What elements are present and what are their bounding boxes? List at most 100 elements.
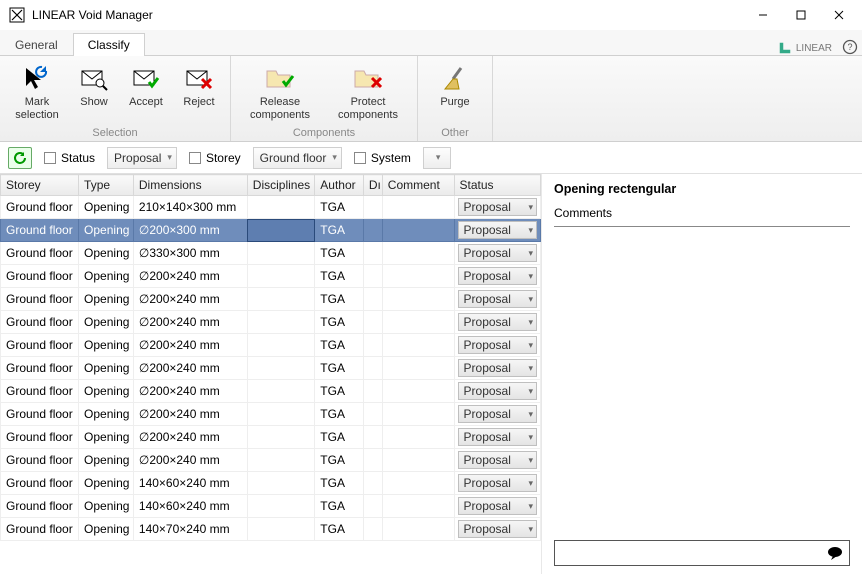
cell-storey[interactable]: Ground floor	[1, 495, 79, 518]
col-author[interactable]: Author	[315, 175, 364, 196]
cell-status[interactable]: Proposal▾	[454, 495, 540, 518]
cell-type[interactable]: Opening	[79, 403, 134, 426]
cell-author[interactable]: TGA	[315, 380, 364, 403]
cell-disciplines[interactable]	[247, 265, 315, 288]
cell-type[interactable]: Opening	[79, 219, 134, 242]
show-button[interactable]: Show	[72, 60, 116, 125]
table-row[interactable]: Ground floorOpening∅200×240 mmTGAProposa…	[1, 288, 541, 311]
cell-author[interactable]: TGA	[315, 472, 364, 495]
cell-storey[interactable]: Ground floor	[1, 357, 79, 380]
cell-author[interactable]: TGA	[315, 265, 364, 288]
table-row[interactable]: Ground floorOpening∅200×240 mmTGAProposa…	[1, 265, 541, 288]
cell-disciplines[interactable]	[247, 242, 315, 265]
brand-logo[interactable]: LINEAR	[772, 41, 838, 55]
col-storey[interactable]: Storey	[1, 175, 79, 196]
cell-comment[interactable]	[382, 380, 454, 403]
cell-type[interactable]: Opening	[79, 265, 134, 288]
cell-du[interactable]	[363, 265, 382, 288]
status-combo[interactable]: Proposal▾	[458, 313, 537, 331]
speech-bubble-icon[interactable]	[821, 545, 849, 561]
table-row[interactable]: Ground floorOpening∅200×240 mmTGAProposa…	[1, 426, 541, 449]
table-row[interactable]: Ground floorOpening∅200×240 mmTGAProposa…	[1, 311, 541, 334]
table-row[interactable]: Ground floorOpening140×60×240 mmTGAPropo…	[1, 472, 541, 495]
table-header[interactable]: Storey Type Dimensions Disciplines Autho…	[1, 175, 541, 196]
status-filter-combo[interactable]: Proposal ▾	[107, 147, 177, 169]
cell-type[interactable]: Opening	[79, 288, 134, 311]
cell-du[interactable]	[363, 242, 382, 265]
status-combo[interactable]: Proposal▾	[458, 382, 537, 400]
cell-du[interactable]	[363, 357, 382, 380]
cell-disciplines[interactable]	[247, 288, 315, 311]
cell-author[interactable]: TGA	[315, 357, 364, 380]
cell-author[interactable]: TGA	[315, 219, 364, 242]
cell-status[interactable]: Proposal▾	[454, 472, 540, 495]
cell-disciplines[interactable]	[247, 495, 315, 518]
table-row[interactable]: Ground floorOpening∅200×240 mmTGAProposa…	[1, 334, 541, 357]
cell-du[interactable]	[363, 196, 382, 219]
cell-comment[interactable]	[382, 334, 454, 357]
cell-du[interactable]	[363, 472, 382, 495]
cell-du[interactable]	[363, 380, 382, 403]
cell-dimensions[interactable]: ∅200×240 mm	[133, 357, 247, 380]
cell-dimensions[interactable]: 140×70×240 mm	[133, 518, 247, 541]
cell-status[interactable]: Proposal▾	[454, 334, 540, 357]
table-row[interactable]: Ground floorOpening∅200×240 mmTGAProposa…	[1, 380, 541, 403]
cell-disciplines[interactable]	[247, 380, 315, 403]
comment-field[interactable]	[555, 546, 821, 560]
cell-comment[interactable]	[382, 265, 454, 288]
cell-dimensions[interactable]: 210×140×300 mm	[133, 196, 247, 219]
status-combo[interactable]: Proposal▾	[458, 198, 537, 216]
col-type[interactable]: Type	[79, 175, 134, 196]
status-combo[interactable]: Proposal▾	[458, 359, 537, 377]
col-comment[interactable]: Comment	[382, 175, 454, 196]
cell-dimensions[interactable]: 140×60×240 mm	[133, 472, 247, 495]
cell-comment[interactable]	[382, 426, 454, 449]
status-combo[interactable]: Proposal▾	[458, 497, 537, 515]
cell-storey[interactable]: Ground floor	[1, 426, 79, 449]
status-combo[interactable]: Proposal▾	[458, 474, 537, 492]
cell-comment[interactable]	[382, 196, 454, 219]
cell-type[interactable]: Opening	[79, 495, 134, 518]
cell-disciplines[interactable]	[247, 334, 315, 357]
table-row[interactable]: Ground floorOpening∅200×240 mmTGAProposa…	[1, 357, 541, 380]
cell-storey[interactable]: Ground floor	[1, 242, 79, 265]
cell-dimensions[interactable]: ∅200×240 mm	[133, 334, 247, 357]
cell-author[interactable]: TGA	[315, 288, 364, 311]
cell-disciplines[interactable]	[247, 311, 315, 334]
cell-author[interactable]: TGA	[315, 403, 364, 426]
cell-disciplines[interactable]	[247, 449, 315, 472]
cell-du[interactable]	[363, 288, 382, 311]
cell-comment[interactable]	[382, 449, 454, 472]
accept-button[interactable]: Accept	[122, 60, 170, 125]
cell-status[interactable]: Proposal▾	[454, 357, 540, 380]
cell-author[interactable]: TGA	[315, 426, 364, 449]
cell-comment[interactable]	[382, 472, 454, 495]
cell-status[interactable]: Proposal▾	[454, 288, 540, 311]
tab-general[interactable]: General	[0, 33, 73, 56]
cell-storey[interactable]: Ground floor	[1, 265, 79, 288]
cell-comment[interactable]	[382, 495, 454, 518]
cell-comment[interactable]	[382, 242, 454, 265]
cell-author[interactable]: TGA	[315, 495, 364, 518]
cell-disciplines[interactable]	[247, 196, 315, 219]
refresh-button[interactable]	[8, 147, 32, 169]
cell-comment[interactable]	[382, 357, 454, 380]
cell-disciplines[interactable]	[247, 426, 315, 449]
voids-table[interactable]: Storey Type Dimensions Disciplines Autho…	[0, 174, 542, 574]
cell-type[interactable]: Opening	[79, 311, 134, 334]
cell-status[interactable]: Proposal▾	[454, 196, 540, 219]
status-combo[interactable]: Proposal▾	[458, 290, 537, 308]
cell-type[interactable]: Opening	[79, 334, 134, 357]
cell-type[interactable]: Opening	[79, 242, 134, 265]
cell-storey[interactable]: Ground floor	[1, 311, 79, 334]
system-filter-combo[interactable]: ▾	[423, 147, 451, 169]
cell-author[interactable]: TGA	[315, 518, 364, 541]
status-combo[interactable]: Proposal▾	[458, 428, 537, 446]
cell-status[interactable]: Proposal▾	[454, 242, 540, 265]
cell-storey[interactable]: Ground floor	[1, 472, 79, 495]
cell-disciplines[interactable]	[247, 518, 315, 541]
table-row[interactable]: Ground floorOpening∅330×300 mmTGAProposa…	[1, 242, 541, 265]
cell-dimensions[interactable]: 140×60×240 mm	[133, 495, 247, 518]
cell-disciplines[interactable]	[247, 219, 315, 242]
cell-status[interactable]: Proposal▾	[454, 219, 540, 242]
